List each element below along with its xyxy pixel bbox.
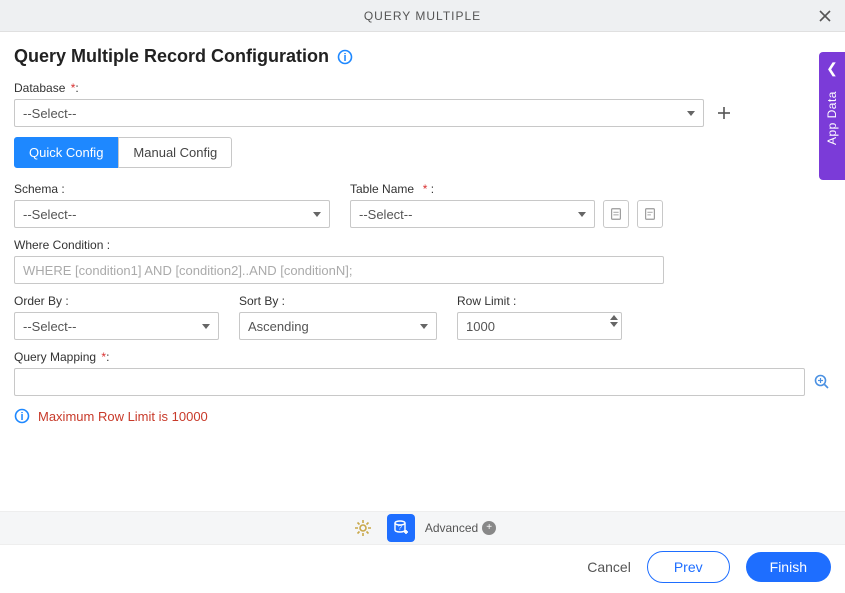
close-icon <box>818 9 832 23</box>
settings-button[interactable] <box>349 514 377 542</box>
plus-circle-icon: + <box>482 521 496 535</box>
table-name-field: Table Name * : --Select-- <box>350 182 831 228</box>
footer-strip: ? Advanced + <box>0 511 845 545</box>
table-name-label: Table Name * : <box>350 182 831 196</box>
warning-row: i Maximum Row Limit is 10000 <box>14 408 831 424</box>
database-add-button[interactable]: ? <box>387 514 415 542</box>
gear-icon <box>353 518 373 538</box>
chevron-down-icon <box>313 212 321 217</box>
order-by-value: --Select-- <box>23 319 76 334</box>
plus-icon <box>716 105 732 121</box>
tab-manual-config[interactable]: Manual Config <box>118 137 232 168</box>
config-tabs: Quick Config Manual Config <box>14 137 831 168</box>
database-value: --Select-- <box>23 106 76 121</box>
database-plus-icon: ? <box>392 519 410 537</box>
query-mapping-input[interactable] <box>14 368 805 396</box>
app-data-label: App Data <box>825 91 839 145</box>
chevron-left-icon: ❮ <box>826 60 838 77</box>
order-by-field: Order By : --Select-- <box>14 294 219 340</box>
info-icon: i <box>14 408 30 424</box>
where-field: Where Condition : <box>14 238 831 284</box>
order-by-select[interactable]: --Select-- <box>14 312 219 340</box>
database-field: Database *: --Select-- <box>14 81 831 127</box>
sort-by-select[interactable]: Ascending <box>239 312 437 340</box>
sort-by-field: Sort By : Ascending <box>239 294 437 340</box>
cancel-button[interactable]: Cancel <box>587 559 631 575</box>
dialog-header: QUERY MULTIPLE <box>0 0 845 32</box>
advanced-toggle[interactable]: Advanced + <box>425 521 496 535</box>
database-label: Database *: <box>14 81 831 95</box>
add-database-button[interactable] <box>714 103 734 123</box>
table-action-2-button[interactable] <box>637 200 663 228</box>
where-label: Where Condition : <box>14 238 831 252</box>
schema-field: Schema : --Select-- <box>14 182 330 228</box>
info-icon[interactable]: i <box>337 49 353 65</box>
search-icon[interactable] <box>813 373 831 391</box>
query-mapping-field: Query Mapping *: <box>14 350 831 396</box>
footer-buttons: Cancel Prev Finish <box>587 551 831 583</box>
warning-text: Maximum Row Limit is 10000 <box>38 409 208 424</box>
row-limit-spinner <box>610 315 618 327</box>
row-limit-field: Row Limit : <box>457 294 622 340</box>
table-name-select[interactable]: --Select-- <box>350 200 595 228</box>
sort-by-label: Sort By : <box>239 294 437 308</box>
query-mapping-label: Query Mapping *: <box>14 350 831 364</box>
order-by-label: Order By : <box>14 294 219 308</box>
chevron-down-icon <box>420 324 428 329</box>
spinner-up-button[interactable] <box>610 315 618 320</box>
spinner-down-button[interactable] <box>610 322 618 327</box>
svg-text:i: i <box>20 411 23 423</box>
schema-select[interactable]: --Select-- <box>14 200 330 228</box>
app-data-panel-toggle[interactable]: ❮ App Data <box>819 52 845 180</box>
tab-quick-config[interactable]: Quick Config <box>14 137 118 168</box>
dialog-body: Query Multiple Record Configuration i Da… <box>0 32 845 428</box>
row-limit-input[interactable] <box>457 312 622 340</box>
schema-value: --Select-- <box>23 207 76 222</box>
table-action-1-button[interactable] <box>603 200 629 228</box>
document-icon <box>609 207 623 221</box>
document-copy-icon <box>643 207 657 221</box>
title-row: Query Multiple Record Configuration i <box>14 46 831 67</box>
advanced-label: Advanced <box>425 521 478 535</box>
svg-text:i: i <box>343 52 346 64</box>
where-input[interactable] <box>14 256 664 284</box>
sort-by-value: Ascending <box>248 319 309 334</box>
finish-button[interactable]: Finish <box>746 552 831 582</box>
close-button[interactable] <box>815 6 835 26</box>
chevron-down-icon <box>578 212 586 217</box>
svg-text:?: ? <box>398 525 402 532</box>
dialog-title: QUERY MULTIPLE <box>364 9 481 23</box>
schema-label: Schema : <box>14 182 330 196</box>
chevron-down-icon <box>687 111 695 116</box>
prev-button[interactable]: Prev <box>647 551 730 583</box>
table-name-value: --Select-- <box>359 207 412 222</box>
page-title: Query Multiple Record Configuration <box>14 46 329 67</box>
database-select[interactable]: --Select-- <box>14 99 704 127</box>
row-limit-label: Row Limit : <box>457 294 622 308</box>
chevron-down-icon <box>202 324 210 329</box>
